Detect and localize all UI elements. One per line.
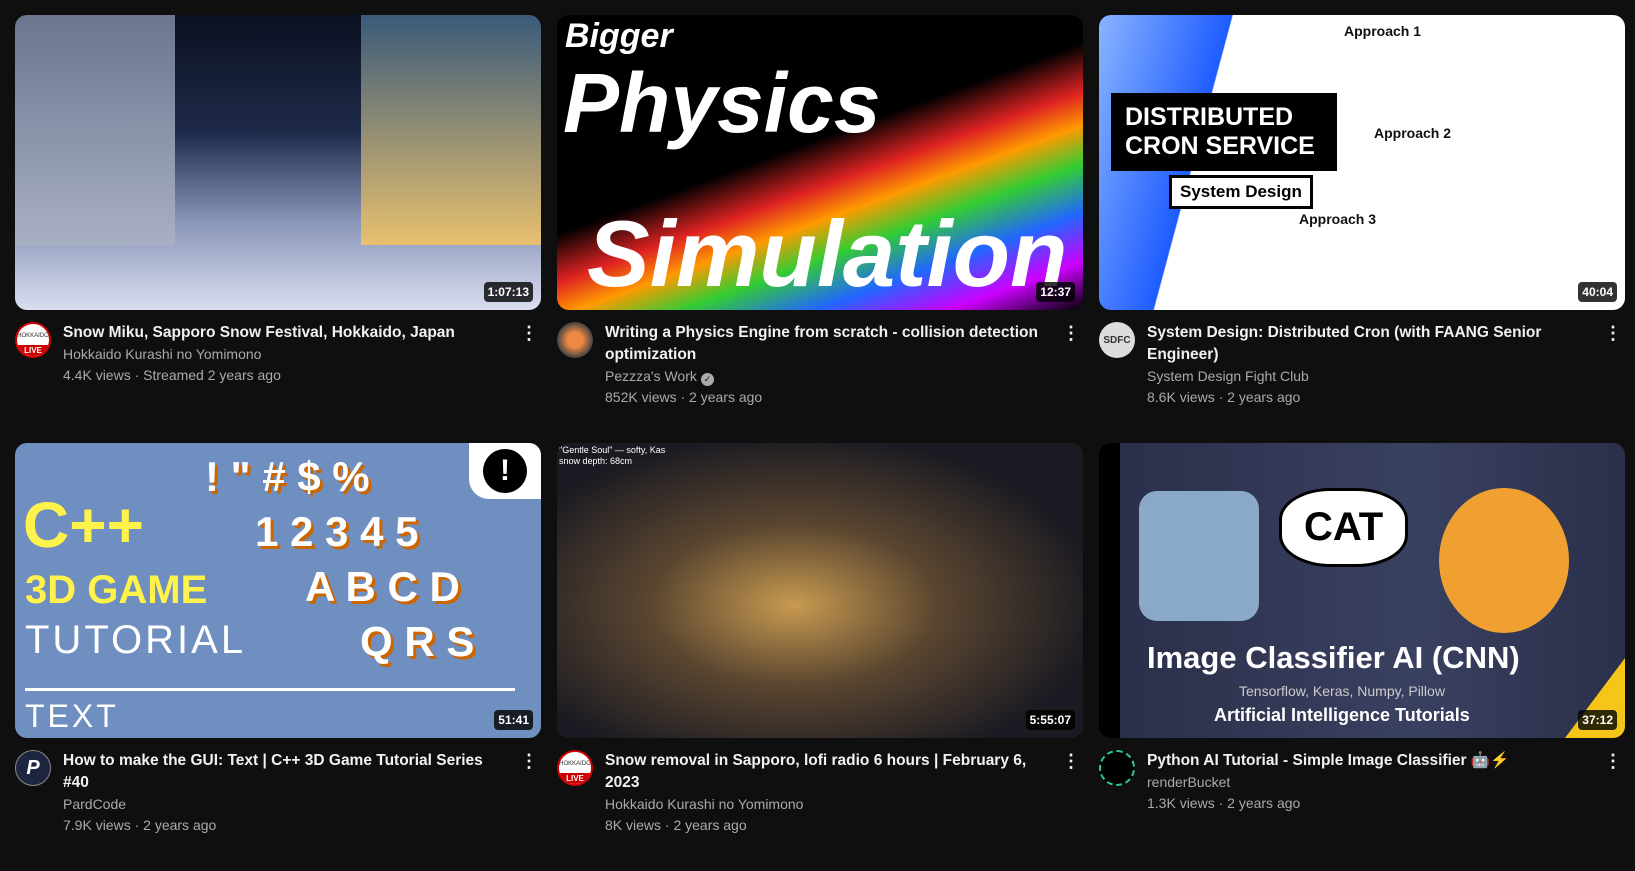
video-thumbnail[interactable]: "Gentle Soul" — softy, Kas snow depth: 6…: [557, 443, 1083, 738]
video-card[interactable]: "Gentle Soul" — softy, Kas snow depth: 6…: [557, 443, 1083, 871]
channel-avatar[interactable]: [557, 322, 593, 358]
warning-icon: !: [469, 443, 541, 499]
live-badge: LIVE: [559, 773, 591, 784]
thumb-text: Image Classifier AI (CNN): [1147, 640, 1520, 675]
video-title[interactable]: How to make the GUI: Text | C++ 3D Game …: [63, 750, 511, 794]
video-stats: 8.6K views · 2 years ago: [1147, 389, 1301, 405]
thumb-text: 1 2 3 4 5: [255, 508, 419, 555]
more-options-icon[interactable]: ⋮: [1059, 750, 1083, 774]
thumb-text: ! " # $ %: [205, 453, 370, 500]
thumb-text: C++: [23, 489, 144, 561]
thumb-text: Tensorflow, Keras, Numpy, Pillow: [1239, 683, 1445, 699]
thumb-text: CRON SERVICE: [1125, 132, 1315, 160]
video-stats: 4.4K views · Streamed 2 years ago: [63, 367, 281, 383]
thumb-text: 3D GAME: [25, 568, 208, 612]
thumb-text: TEXT: [25, 698, 119, 734]
live-badge: LIVE: [17, 345, 49, 356]
channel-name[interactable]: Pezzza's Work ✓: [605, 366, 1053, 387]
video-card[interactable]: DISTRIBUTED CRON SERVICE System Design A…: [1099, 15, 1625, 443]
avatar-text: SDFC: [1103, 334, 1131, 346]
thumb-text: A B C D: [305, 563, 460, 610]
video-duration: 51:41: [494, 710, 533, 730]
video-card[interactable]: C++ 3D GAME TUTORIAL TEXT ! " # $ % 1 2 …: [15, 443, 541, 871]
video-thumbnail[interactable]: 1:07:13: [15, 15, 541, 310]
avatar-text: HOKKAIDO: [559, 761, 591, 767]
video-title[interactable]: Snow removal in Sapporo, lofi radio 6 ho…: [605, 750, 1053, 794]
channel-name-text: Pezzza's Work: [605, 368, 697, 384]
robot-image: [1139, 491, 1259, 621]
thumb-text: TUTORIAL: [25, 618, 247, 662]
video-card[interactable]: 1:07:13 HOKKAIDO LIVE Snow Miku, Sapporo…: [15, 15, 541, 443]
more-options-icon[interactable]: ⋮: [1059, 322, 1083, 346]
video-title[interactable]: System Design: Distributed Cron (with FA…: [1147, 322, 1595, 366]
video-duration: 12:37: [1036, 282, 1075, 302]
video-duration: 1:07:13: [483, 282, 533, 302]
thumb-text: Bigger: [565, 17, 673, 55]
channel-name[interactable]: Hokkaido Kurashi no Yomimono: [63, 344, 511, 365]
video-card[interactable]: Bigger Physics Simulation 12:37 Writing …: [557, 15, 1083, 443]
video-thumbnail[interactable]: CAT Image Classifier AI (CNN) Tensorflow…: [1099, 443, 1625, 738]
video-duration: 5:55:07: [1025, 710, 1075, 730]
video-thumbnail[interactable]: Bigger Physics Simulation 12:37: [557, 15, 1083, 310]
thumb-text: System Design: [1169, 175, 1313, 209]
thumb-text: CAT: [1279, 488, 1409, 567]
channel-avatar[interactable]: HOKKAIDO LIVE: [557, 750, 593, 786]
channel-name[interactable]: PardCode: [63, 794, 511, 815]
video-stats: 1.3K views · 2 years ago: [1147, 795, 1301, 811]
thumb-text: snow depth: 68cm: [559, 456, 633, 466]
thumb-text: Physics: [563, 56, 881, 150]
thumb-text: Simulation: [587, 201, 1068, 306]
channel-avatar[interactable]: SDFC: [1099, 322, 1135, 358]
cat-image: [1439, 488, 1569, 633]
video-title[interactable]: Python AI Tutorial - Simple Image Classi…: [1147, 750, 1595, 772]
avatar-text: HOKKAIDO: [17, 333, 49, 339]
thumb-text: Approach 2: [1374, 125, 1452, 141]
thumb-text: Approach 3: [1299, 211, 1377, 227]
avatar-text: P: [26, 756, 40, 779]
thumb-text: Q R S: [360, 618, 475, 665]
channel-name[interactable]: System Design Fight Club: [1147, 366, 1595, 387]
video-stats: 852K views · 2 years ago: [605, 389, 763, 405]
channel-name[interactable]: Hokkaido Kurashi no Yomimono: [605, 794, 1053, 815]
channel-avatar[interactable]: HOKKAIDO LIVE: [15, 322, 51, 358]
video-duration: 40:04: [1578, 282, 1617, 302]
video-duration: 37:12: [1578, 710, 1617, 730]
channel-avatar[interactable]: P: [15, 750, 51, 786]
video-title[interactable]: Writing a Physics Engine from scratch - …: [605, 322, 1053, 366]
channel-avatar[interactable]: [1099, 750, 1135, 786]
thumb-text: DISTRIBUTED: [1125, 103, 1294, 131]
video-card[interactable]: CAT Image Classifier AI (CNN) Tensorflow…: [1099, 443, 1625, 871]
verified-icon: ✓: [700, 373, 714, 386]
more-options-icon[interactable]: ⋮: [517, 750, 541, 774]
thumb-text: Approach 1: [1344, 23, 1422, 39]
video-grid: 1:07:13 HOKKAIDO LIVE Snow Miku, Sapporo…: [15, 15, 1625, 871]
thumb-text: "Gentle Soul" — softy, Kas: [559, 445, 666, 455]
video-title[interactable]: Snow Miku, Sapporo Snow Festival, Hokkai…: [63, 322, 511, 344]
more-options-icon[interactable]: ⋮: [517, 322, 541, 346]
video-thumbnail[interactable]: DISTRIBUTED CRON SERVICE System Design A…: [1099, 15, 1625, 310]
video-thumbnail[interactable]: C++ 3D GAME TUTORIAL TEXT ! " # $ % 1 2 …: [15, 443, 541, 738]
channel-name[interactable]: renderBucket: [1147, 772, 1595, 793]
more-options-icon[interactable]: ⋮: [1601, 750, 1625, 774]
thumb-text: Artificial Intelligence Tutorials: [1214, 705, 1470, 725]
more-options-icon[interactable]: ⋮: [1601, 322, 1625, 346]
